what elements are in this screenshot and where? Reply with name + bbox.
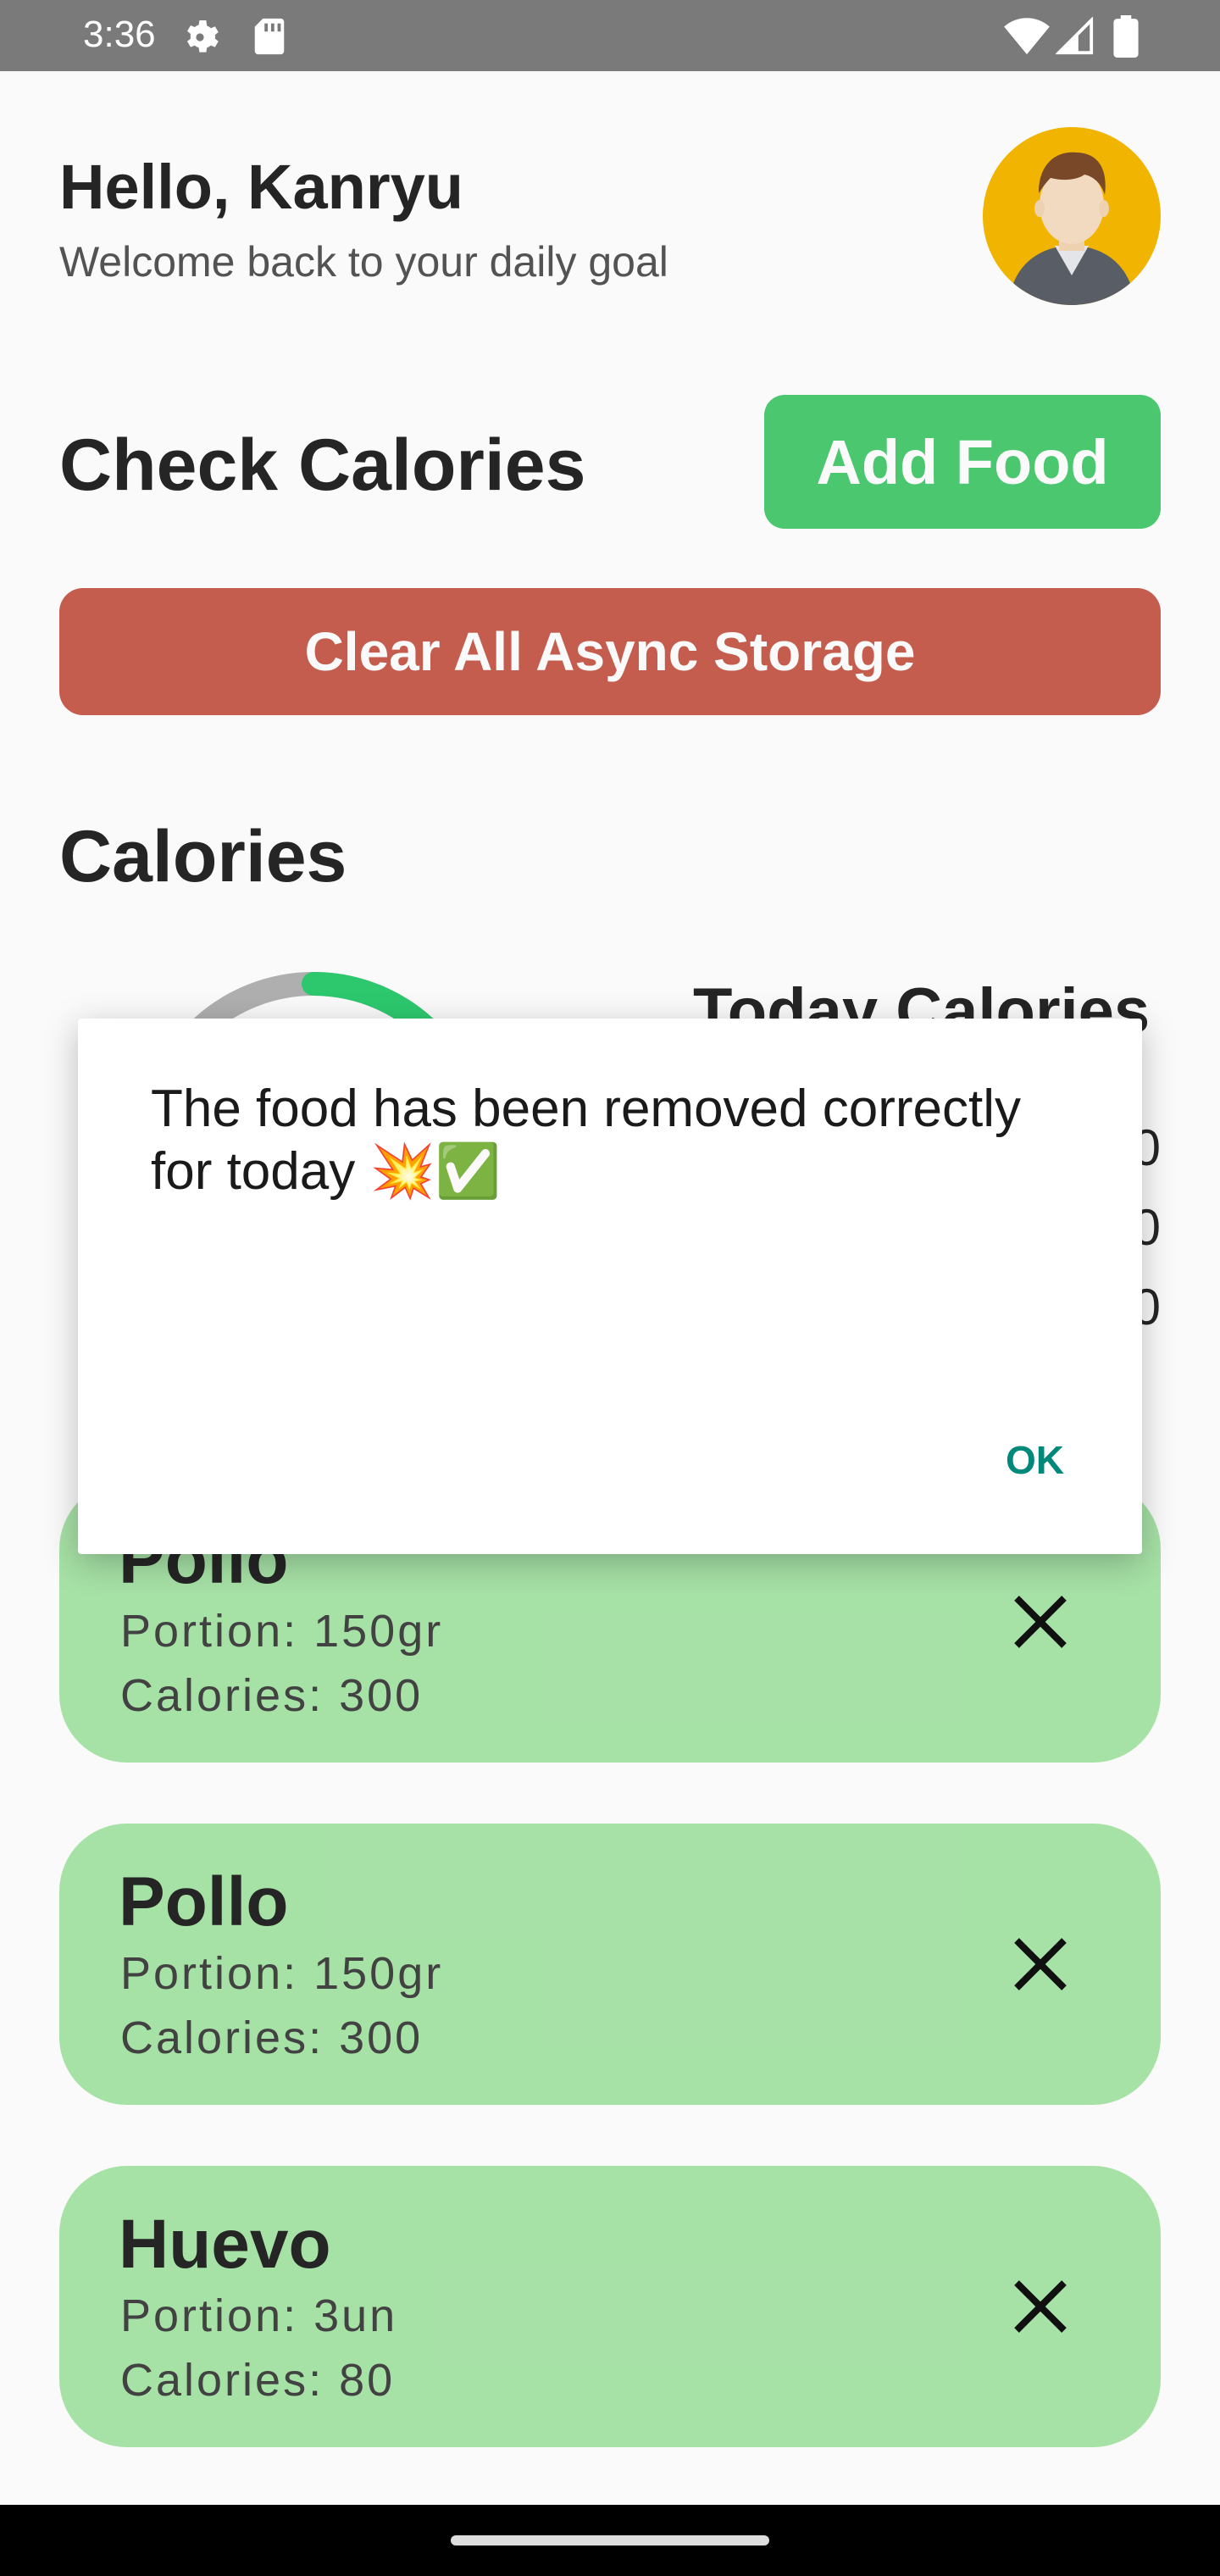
home-gesture-handle[interactable] (451, 2535, 769, 2545)
dialog-ok-button[interactable]: OK (1006, 1437, 1064, 1483)
signal-icon (1056, 17, 1094, 55)
battery-icon (1113, 15, 1139, 58)
navigation-bar (0, 2505, 1220, 2576)
status-time: 3:36 (83, 14, 156, 55)
wifi-icon (1004, 18, 1050, 55)
gear-icon (187, 20, 219, 53)
status-bar: 3:36 (0, 0, 1220, 71)
dialog-message: The food has been removed correctly for … (151, 1080, 1021, 1201)
sd-card-icon (254, 18, 285, 55)
alert-dialog: The food has been removed correctly for … (78, 1019, 1142, 1554)
